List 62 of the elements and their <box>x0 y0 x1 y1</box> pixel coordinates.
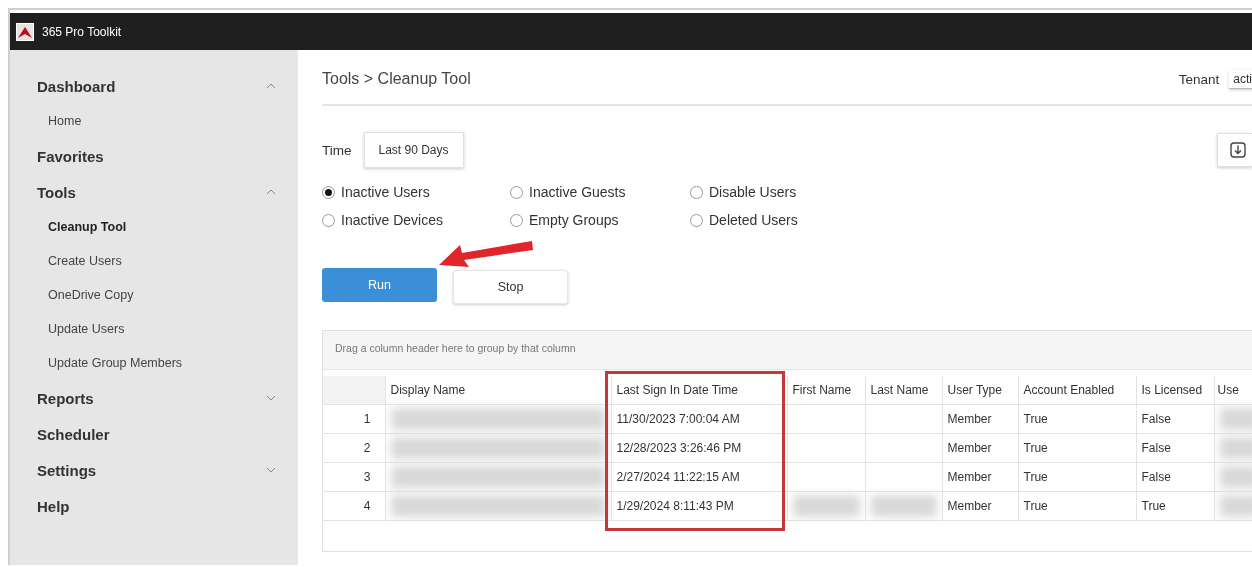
table-cell: 1/29/2024 8:11:43 PM <box>611 491 787 521</box>
table-cell: True <box>1018 433 1136 463</box>
nav-subitem[interactable]: Create Users <box>10 244 298 278</box>
table-cell: Member <box>942 462 1018 492</box>
nav-subitem[interactable]: Cleanup Tool <box>10 210 298 244</box>
table-cell: 12/28/2023 3:26:46 PM <box>611 433 787 463</box>
table-cell: True <box>1018 491 1136 521</box>
radio-option[interactable]: Inactive Guests <box>510 184 690 200</box>
table-cell: True <box>1018 404 1136 434</box>
table-cell: Member <box>942 404 1018 434</box>
table-cell: Member <box>942 491 1018 521</box>
table-cell: Member <box>942 433 1018 463</box>
column-header[interactable]: Is Licensed <box>1136 376 1214 405</box>
table-cell: 11/30/2023 7:00:04 AM <box>611 404 787 434</box>
chevron-up-icon[interactable] <box>266 83 276 89</box>
column-header[interactable]: Account Enabled <box>1018 376 1136 405</box>
chevron-down-icon[interactable] <box>266 395 276 401</box>
chevron-up-icon[interactable] <box>266 189 276 195</box>
group-panel: Drag a column header here to group by that column <box>323 331 1252 370</box>
nav-item[interactable]: Dashboard <box>37 77 116 95</box>
radio-option[interactable]: Empty Groups <box>510 212 690 228</box>
column-header[interactable]: Display Name <box>385 376 611 405</box>
table-cell: False <box>1136 462 1214 492</box>
table-cell: True <box>1018 462 1136 492</box>
nav-item[interactable]: Scheduler <box>37 425 110 443</box>
table-cell: True <box>1136 491 1214 521</box>
window-title: 365 Pro Toolkit <box>42 24 122 39</box>
radio-option[interactable]: Disable Users <box>690 184 850 200</box>
nav-subitem[interactable]: Update Users <box>10 312 298 346</box>
export-button[interactable] <box>1217 133 1252 167</box>
table-cell: False <box>1136 404 1214 434</box>
app-logo-icon <box>16 22 34 41</box>
column-header[interactable]: Last Name <box>865 376 942 405</box>
breadcrumb: Tools > Cleanup Tool <box>322 70 471 88</box>
column-header[interactable]: Last Sign In Date Time <box>611 376 787 405</box>
tenant-dropdown[interactable]: acti <box>1229 69 1252 89</box>
row-number: 1 <box>323 404 385 434</box>
radio-option[interactable]: Inactive Users <box>322 184 510 200</box>
radio-option[interactable]: Deleted Users <box>690 212 850 228</box>
nav-subitem[interactable]: Update Group Members <box>10 346 298 380</box>
column-header[interactable]: Use <box>1214 376 1252 405</box>
radio-option[interactable]: Inactive Devices <box>322 212 510 228</box>
row-number: 2 <box>323 433 385 463</box>
chevron-down-icon[interactable] <box>266 467 276 473</box>
stop-button[interactable]: Stop <box>453 270 568 304</box>
row-number: 4 <box>323 491 385 521</box>
row-number: 3 <box>323 462 385 492</box>
time-range-button[interactable]: Last 90 Days <box>363 132 464 168</box>
column-header[interactable]: User Type <box>942 376 1018 405</box>
nav-item[interactable]: Tools <box>37 183 76 201</box>
column-header[interactable]: First Name <box>787 376 865 405</box>
nav-subitem[interactable]: OneDrive Copy <box>10 278 298 312</box>
nav-item[interactable]: Help <box>37 497 70 515</box>
nav-subitem[interactable]: Home <box>10 104 298 138</box>
tenant-label: Tenant <box>1178 71 1220 87</box>
nav-item[interactable]: Settings <box>37 461 97 479</box>
nav-item[interactable]: Reports <box>37 389 94 407</box>
download-icon <box>1230 142 1246 158</box>
time-label: Time <box>322 142 352 158</box>
nav-item[interactable]: Favorites <box>37 147 104 165</box>
table-cell: False <box>1136 433 1214 463</box>
table-cell: 2/27/2024 11:22:15 AM <box>611 462 787 492</box>
